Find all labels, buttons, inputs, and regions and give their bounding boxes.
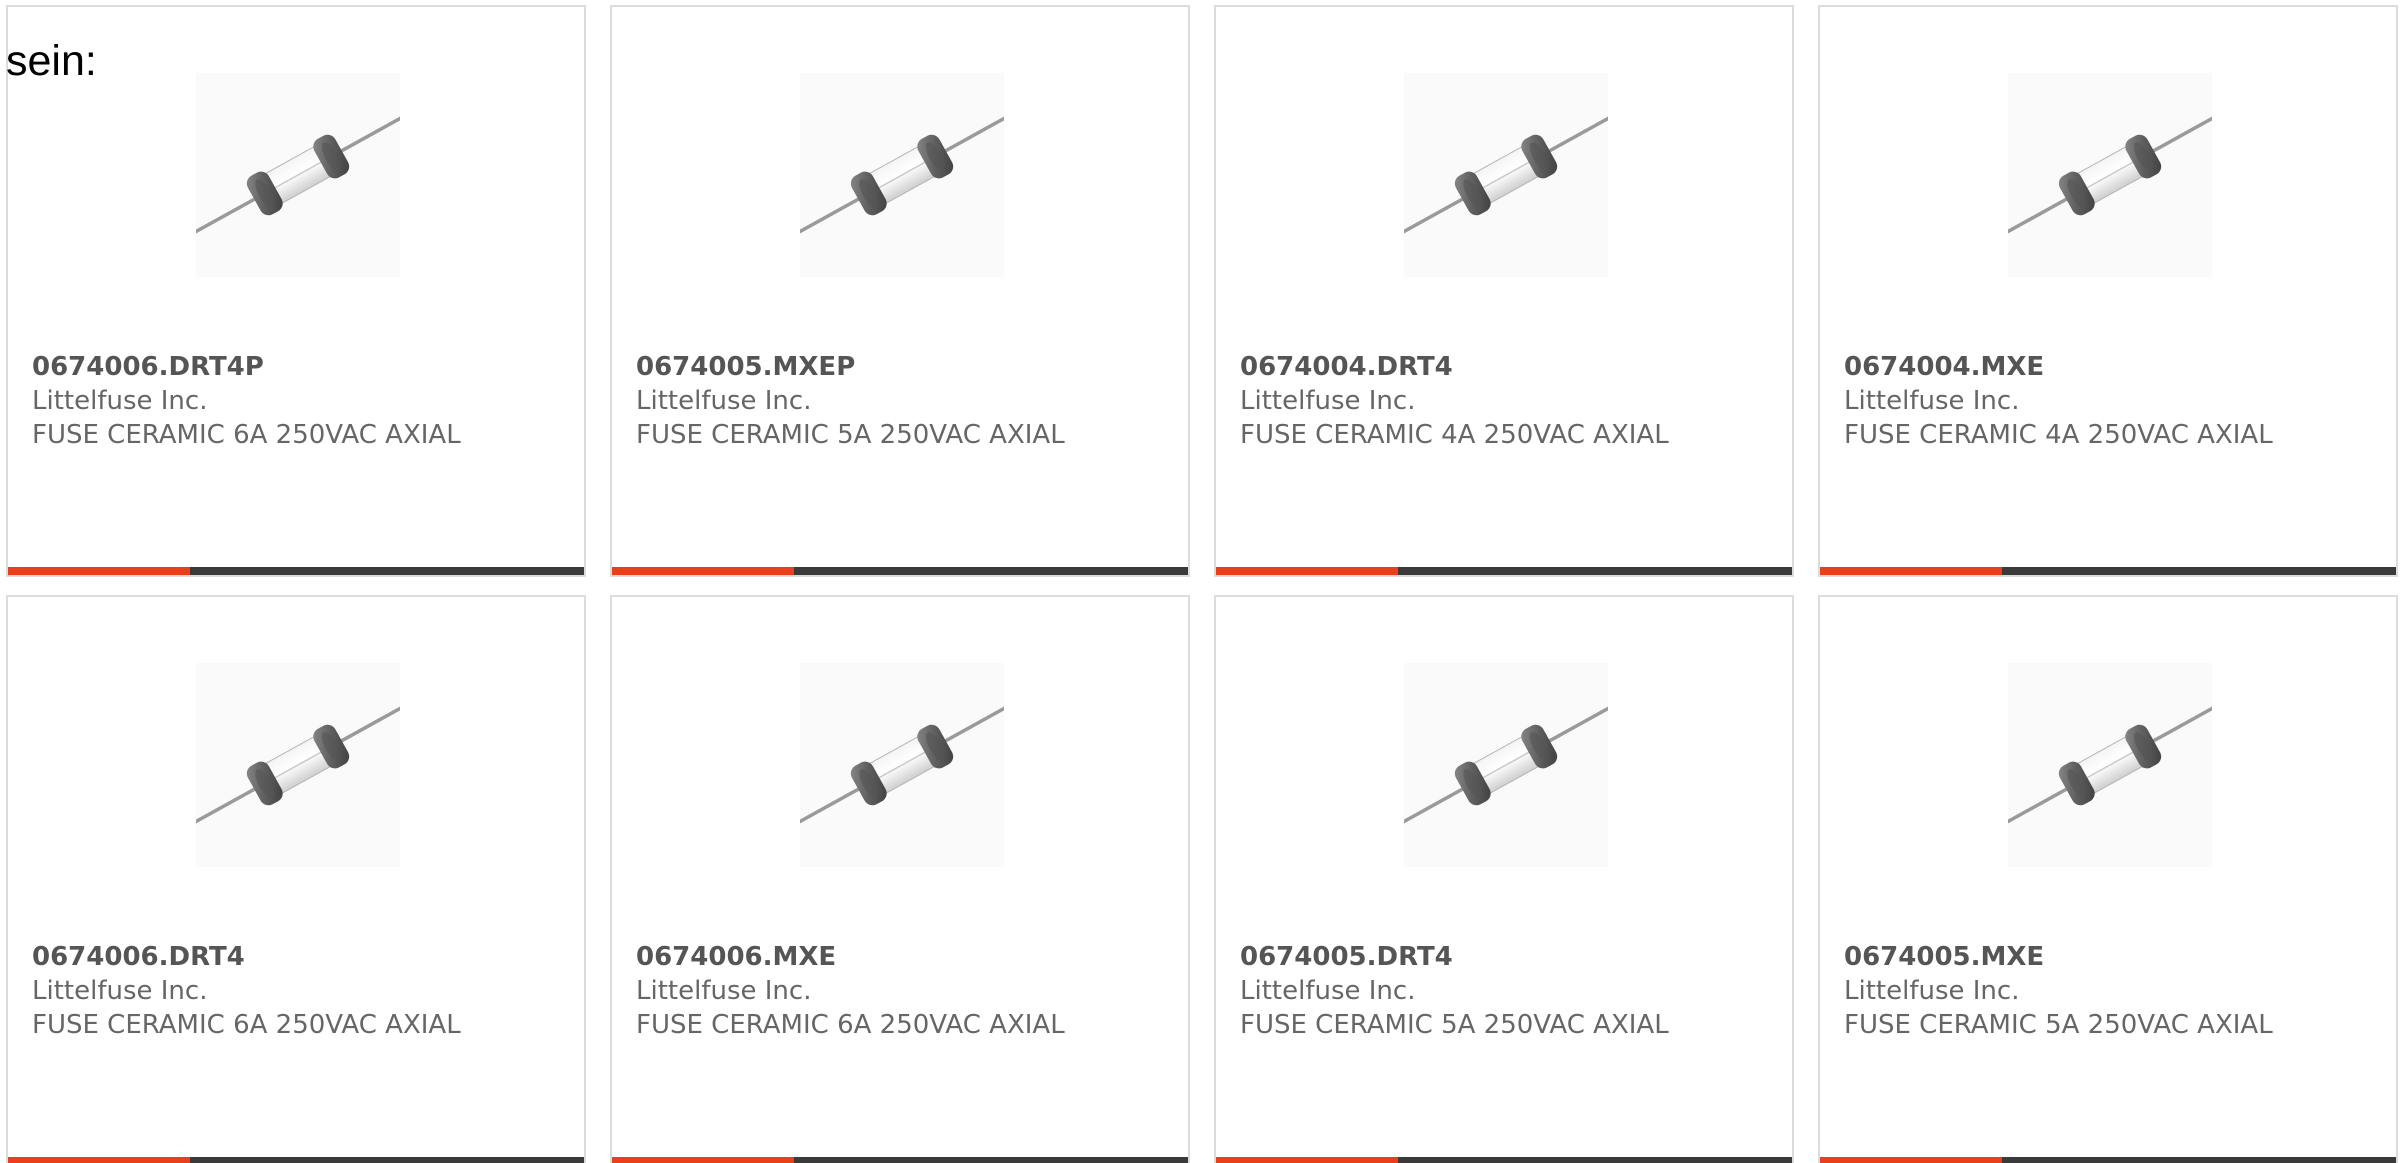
card-bar-accent: [8, 567, 190, 575]
product-card[interactable]: 0674006.MXE Littelfuse Inc. FUSE CERAMIC…: [610, 595, 1190, 1163]
card-bar: [1820, 567, 2396, 575]
description: FUSE CERAMIC 4A 250VAC AXIAL: [1240, 420, 1669, 450]
fuse-image[interactable]: [800, 73, 1004, 277]
part-number[interactable]: 0674006.DRT4P: [32, 350, 564, 384]
manufacturer: Littelfuse Inc.: [636, 386, 812, 416]
product-grid: 0674006.DRT4P Littelfuse Inc. FUSE CERAM…: [6, 5, 2400, 1163]
card-bar: [1216, 1157, 1792, 1163]
manufacturer: Littelfuse Inc.: [32, 976, 208, 1006]
fuse-image[interactable]: [1404, 663, 1608, 867]
product-info: 0674006.DRT4 Littelfuse Inc. FUSE CERAMI…: [32, 940, 564, 1042]
description: FUSE CERAMIC 5A 250VAC AXIAL: [636, 420, 1065, 450]
product-card[interactable]: 0674005.MXEP Littelfuse Inc. FUSE CERAMI…: [610, 5, 1190, 577]
product-card[interactable]: 0674005.DRT4 Littelfuse Inc. FUSE CERAMI…: [1214, 595, 1794, 1163]
fuse-image[interactable]: [800, 663, 1004, 867]
card-bar: [1216, 567, 1792, 575]
description: FUSE CERAMIC 5A 250VAC AXIAL: [1844, 1010, 2273, 1040]
fuse-image[interactable]: [1404, 73, 1608, 277]
card-bar-accent: [1216, 1157, 1398, 1163]
product-card[interactable]: 0674004.MXE Littelfuse Inc. FUSE CERAMIC…: [1818, 5, 2398, 577]
product-info: 0674006.DRT4P Littelfuse Inc. FUSE CERAM…: [32, 350, 564, 452]
product-info: 0674005.DRT4 Littelfuse Inc. FUSE CERAMI…: [1240, 940, 1772, 1042]
description: FUSE CERAMIC 5A 250VAC AXIAL: [1240, 1010, 1669, 1040]
card-bar-accent: [1820, 1157, 2002, 1163]
product-info: 0674004.DRT4 Littelfuse Inc. FUSE CERAMI…: [1240, 350, 1772, 452]
part-number[interactable]: 0674005.DRT4: [1240, 940, 1772, 974]
manufacturer: Littelfuse Inc.: [1240, 386, 1416, 416]
product-info: 0674005.MXEP Littelfuse Inc. FUSE CERAMI…: [636, 350, 1168, 452]
product-card[interactable]: 0674005.MXE Littelfuse Inc. FUSE CERAMIC…: [1818, 595, 2398, 1163]
manufacturer: Littelfuse Inc.: [1240, 976, 1416, 1006]
description: FUSE CERAMIC 4A 250VAC AXIAL: [1844, 420, 2273, 450]
card-bar-accent: [1820, 567, 2002, 575]
intro-text: sein:: [6, 37, 97, 85]
description: FUSE CERAMIC 6A 250VAC AXIAL: [636, 1010, 1065, 1040]
fuse-image[interactable]: [196, 663, 400, 867]
card-bar: [1820, 1157, 2396, 1163]
part-number[interactable]: 0674004.MXE: [1844, 350, 2376, 384]
fuse-image[interactable]: [2008, 663, 2212, 867]
product-info: 0674005.MXE Littelfuse Inc. FUSE CERAMIC…: [1844, 940, 2376, 1042]
card-bar: [612, 1157, 1188, 1163]
card-bar: [612, 567, 1188, 575]
part-number[interactable]: 0674004.DRT4: [1240, 350, 1772, 384]
card-bar: [8, 1157, 584, 1163]
manufacturer: Littelfuse Inc.: [32, 386, 208, 416]
description: FUSE CERAMIC 6A 250VAC AXIAL: [32, 420, 461, 450]
product-card[interactable]: 0674006.DRT4 Littelfuse Inc. FUSE CERAMI…: [6, 595, 586, 1163]
part-number[interactable]: 0674006.MXE: [636, 940, 1168, 974]
product-info: 0674004.MXE Littelfuse Inc. FUSE CERAMIC…: [1844, 350, 2376, 452]
card-bar: [8, 567, 584, 575]
product-card[interactable]: 0674004.DRT4 Littelfuse Inc. FUSE CERAMI…: [1214, 5, 1794, 577]
fuse-image[interactable]: [196, 73, 400, 277]
part-number[interactable]: 0674005.MXE: [1844, 940, 2376, 974]
description: FUSE CERAMIC 6A 250VAC AXIAL: [32, 1010, 461, 1040]
manufacturer: Littelfuse Inc.: [636, 976, 812, 1006]
card-bar-accent: [612, 1157, 794, 1163]
product-card[interactable]: 0674006.DRT4P Littelfuse Inc. FUSE CERAM…: [6, 5, 586, 577]
product-info: 0674006.MXE Littelfuse Inc. FUSE CERAMIC…: [636, 940, 1168, 1042]
fuse-image[interactable]: [2008, 73, 2212, 277]
card-bar-accent: [1216, 567, 1398, 575]
part-number[interactable]: 0674006.DRT4: [32, 940, 564, 974]
card-bar-accent: [8, 1157, 190, 1163]
part-number[interactable]: 0674005.MXEP: [636, 350, 1168, 384]
product-page: sein: 0674006.DRT4P Littelfuse Inc. FUSE…: [0, 0, 2400, 1163]
manufacturer: Littelfuse Inc.: [1844, 386, 2020, 416]
card-bar-accent: [612, 567, 794, 575]
manufacturer: Littelfuse Inc.: [1844, 976, 2020, 1006]
